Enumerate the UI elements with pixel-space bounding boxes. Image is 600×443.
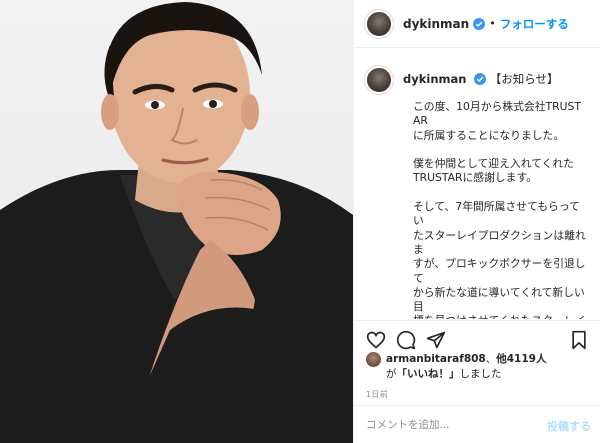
portrait-image — [0, 2, 353, 443]
likes-line-2: が「いいね！」しました — [386, 367, 502, 381]
likes-suffix: しました — [459, 368, 502, 380]
account-avatar[interactable] — [365, 9, 393, 38]
comment-bar: 投稿する — [354, 405, 600, 443]
caption-header: dykinman 【お知らせ】 — [365, 66, 587, 94]
heart-icon[interactable] — [366, 330, 386, 350]
post-header: dykinman • フォローする — [354, 0, 600, 48]
post-comment-button[interactable]: 投稿する — [547, 418, 591, 434]
liker-avatar[interactable] — [366, 352, 381, 367]
likes-summary: armanbitaraf808、他4119人 が「いいね！」しました — [366, 352, 596, 386]
liker-username[interactable]: armanbitaraf808 — [386, 353, 486, 365]
likes-others[interactable]: 他4119人 — [496, 353, 546, 365]
verified-badge-icon — [473, 17, 486, 30]
likes-connector: 、 — [485, 353, 497, 365]
caption-avatar[interactable] — [365, 66, 393, 94]
separator-dot: • — [489, 17, 496, 30]
caption-scroll-area[interactable]: dykinman 【お知らせ】 この度、10月から株式会社TRUSTAR に所属… — [354, 49, 600, 319]
post-side-panel: dykinman • フォローする dykinman 【お知らせ】 この度、10… — [353, 0, 600, 443]
follow-button[interactable]: フォローする — [500, 16, 569, 32]
verified-badge-icon — [474, 73, 487, 85]
caption-body: この度、10月から株式会社TRUSTAR に所属することになりました。 僕を仲間… — [413, 100, 586, 319]
share-icon[interactable] — [426, 330, 446, 350]
comment-input[interactable] — [366, 416, 546, 434]
likes-line-1: armanbitaraf808、他4119人 — [386, 352, 546, 366]
caption-title-line: dykinman 【お知らせ】 — [403, 72, 559, 87]
comment-icon[interactable] — [396, 330, 416, 350]
caption-title: 【お知らせ】 — [489, 72, 559, 86]
likes-quote: 「いいね！」 — [396, 368, 460, 380]
likes-prefix: が — [386, 368, 397, 380]
caption-username[interactable]: dykinman — [403, 72, 466, 86]
post-timestamp[interactable]: 1日前 — [366, 389, 388, 400]
account-username[interactable]: dykinman — [403, 17, 469, 31]
action-bar — [354, 320, 600, 356]
post-photo[interactable] — [0, 0, 353, 443]
bookmark-icon[interactable] — [569, 330, 589, 350]
